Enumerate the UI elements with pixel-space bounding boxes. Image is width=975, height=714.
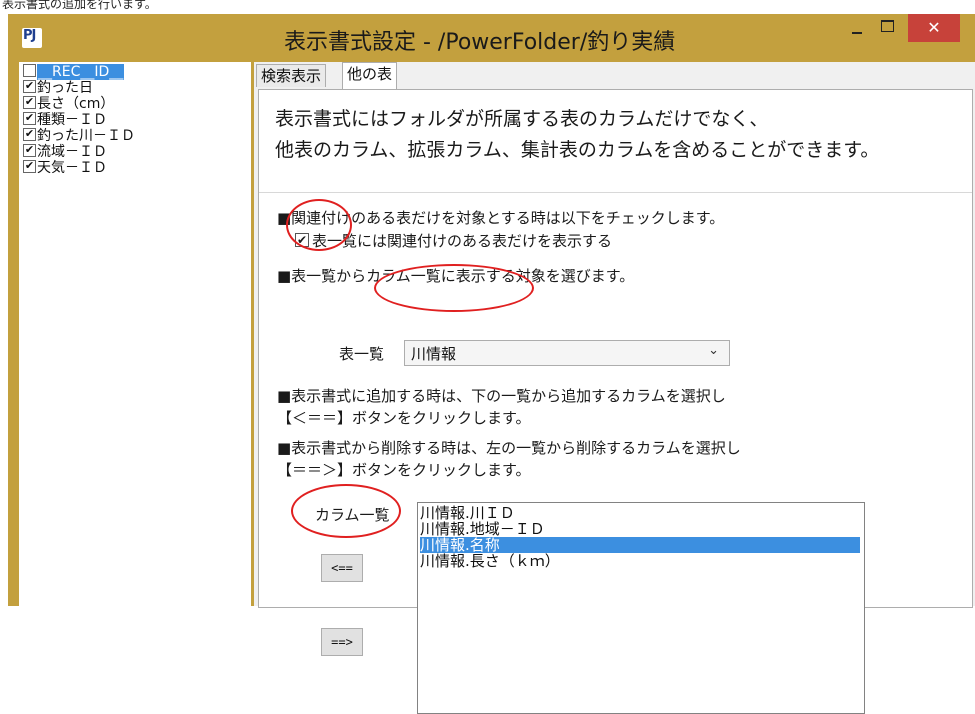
top-caption-strip: 表示書式の追加を行います。 bbox=[0, 0, 975, 14]
table-select[interactable]: 川情報 ⌄ bbox=[404, 340, 730, 366]
list-item[interactable]: __REC__ID__ bbox=[23, 63, 125, 80]
list-item-label: __REC__ID__ bbox=[37, 64, 125, 80]
list-item[interactable]: ✔ 天気－ＩＤ bbox=[23, 159, 107, 176]
list-item-label: 流域－ＩＤ bbox=[37, 144, 107, 160]
minimize-button[interactable] bbox=[844, 18, 870, 42]
table-list-label: 表一覧 bbox=[339, 345, 385, 363]
window-title: 表示書式設定 - /PowerFolder/釣り実績 bbox=[284, 30, 676, 55]
checkbox[interactable]: ✔ bbox=[23, 127, 36, 141]
remove-column-button[interactable]: ==> bbox=[321, 628, 363, 656]
annotation-circle bbox=[291, 484, 401, 538]
tab-strip: 検索表示 他の表 bbox=[254, 62, 975, 90]
chevron-down-icon: ⌄ bbox=[708, 343, 719, 358]
list-item[interactable]: ✔ 流域－ＩＤ bbox=[23, 143, 107, 160]
checkbox[interactable]: ✔ bbox=[23, 111, 36, 125]
title-bar[interactable]: PJ 表示書式設定 - /PowerFolder/釣り実績 ✕ bbox=[8, 14, 975, 62]
divider bbox=[259, 192, 972, 193]
annotation-circle bbox=[374, 264, 534, 312]
list-item[interactable]: ✔ 釣った日 bbox=[23, 79, 93, 96]
intro-line-1: 表示書式にはフォルダが所属する表のカラムだけでなく、 bbox=[275, 108, 769, 130]
list-item[interactable]: 川情報.川ＩＤ bbox=[420, 505, 860, 521]
list-item[interactable]: 川情報.長さ（ｋｍ） bbox=[420, 553, 860, 569]
list-item-label: 種類－ＩＤ bbox=[37, 112, 107, 128]
format-column-list[interactable]: __REC__ID__ ✔ 釣った日 ✔ 長さ（cm） ✔ 種類－ＩＤ ✔ 釣った川－Ｉ… bbox=[19, 62, 251, 606]
list-item-label: 釣った川－ＩＤ bbox=[37, 128, 135, 144]
list-item[interactable]: 川情報.地域－ＩＤ bbox=[420, 521, 860, 537]
add-column-button[interactable]: <== bbox=[321, 554, 363, 582]
checkbox[interactable]: ✔ bbox=[23, 95, 36, 109]
list-item[interactable]: ✔ 釣った川－ＩＤ bbox=[23, 127, 135, 144]
list-item-label: 天気－ＩＤ bbox=[37, 160, 107, 176]
tab-search-display[interactable]: 検索表示 bbox=[256, 64, 327, 87]
app-logo-icon: PJ bbox=[22, 28, 42, 48]
close-button[interactable]: ✕ bbox=[908, 14, 960, 42]
checkbox[interactable]: ✔ bbox=[23, 159, 36, 173]
annotation-circle bbox=[286, 199, 352, 251]
maximize-button[interactable] bbox=[874, 16, 900, 40]
dialog-window: PJ 表示書式設定 - /PowerFolder/釣り実績 ✕ __REC__I… bbox=[8, 14, 975, 714]
section-add-heading: ■表示書式に追加する時は、下の一覧から追加するカラムを選択し bbox=[277, 387, 726, 405]
intro-text: 表示書式にはフォルダが所属する表のカラムだけでなく、 他表のカラム、拡張カラム、… bbox=[275, 104, 879, 166]
table-select-value: 川情報 bbox=[411, 345, 457, 363]
section-add-instruction: 【＜＝＝】ボタンをクリックします。 bbox=[277, 409, 531, 427]
related-only-label: 表一覧には関連付けのある表だけを表示する bbox=[312, 232, 613, 250]
list-item-label: 釣った日 bbox=[37, 80, 93, 96]
section-remove-instruction: 【＝＝＞】ボタンをクリックします。 bbox=[277, 461, 531, 479]
checkbox[interactable]: ✔ bbox=[23, 143, 36, 157]
top-caption: 表示書式の追加を行います。 bbox=[2, 0, 157, 11]
list-item[interactable]: ✔ 種類－ＩＤ bbox=[23, 111, 107, 128]
checkbox[interactable] bbox=[23, 63, 36, 77]
app-logo-text: PJ bbox=[23, 28, 36, 43]
column-list[interactable]: 川情報.川ＩＤ 川情報.地域－ＩＤ 川情報.名称 川情報.長さ（ｋｍ） bbox=[417, 502, 865, 714]
list-item-selected[interactable]: 川情報.名称 bbox=[420, 537, 860, 553]
list-item-label: 長さ（cm） bbox=[37, 96, 115, 112]
list-item[interactable]: ✔ 長さ（cm） bbox=[23, 95, 115, 112]
tab-other-tables[interactable]: 他の表 bbox=[342, 62, 398, 89]
section-remove-heading: ■表示書式から削除する時は、左の一覧から削除するカラムを選択し bbox=[277, 439, 741, 457]
intro-line-2: 他表のカラム、拡張カラム、集計表のカラムを含めることができます。 bbox=[275, 139, 880, 161]
checkbox[interactable]: ✔ bbox=[23, 79, 36, 93]
